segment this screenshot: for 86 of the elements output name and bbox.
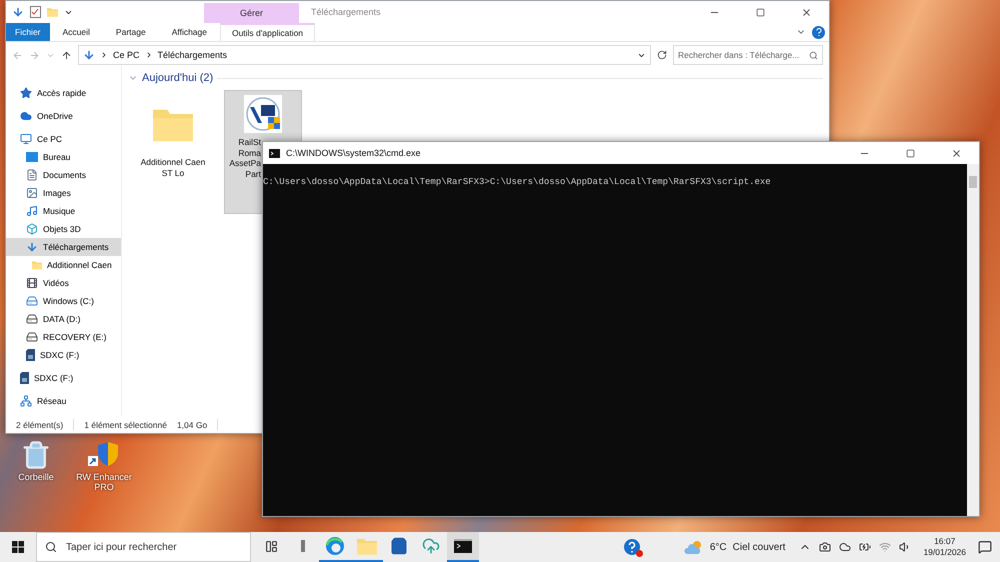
sidebar-item[interactable]: Vidéos [6, 274, 121, 292]
app-logo-icon [244, 95, 282, 133]
help-icon[interactable] [624, 539, 640, 555]
sidebar-item[interactable]: Téléchargements [6, 238, 121, 256]
selection-info: 1 élément sélectionné [84, 420, 167, 430]
ribbon-tab[interactable]: Fichier [6, 23, 50, 41]
start-icon [12, 541, 24, 553]
download-arrow-icon [12, 6, 24, 18]
search-field[interactable]: Rechercher dans : Télécharge... [673, 45, 823, 65]
group-header: Aujourd'hui (2) [142, 72, 214, 84]
sidebar-item[interactable]: Accès rapide [6, 84, 121, 102]
scrollbar[interactable] [967, 164, 979, 516]
close-icon [950, 148, 962, 158]
cube-icon [26, 223, 38, 235]
document-icon [26, 169, 38, 181]
sidebar-item[interactable]: Musique [6, 202, 121, 220]
drive-icon [26, 331, 38, 343]
wave-logo-icon [325, 536, 345, 556]
sidebar-item[interactable]: RECOVERY (E:) [6, 328, 121, 346]
maximize-icon [756, 8, 764, 16]
cloud-icon[interactable] [839, 541, 852, 553]
sidebar-item[interactable]: Ce PC [6, 130, 121, 148]
star-icon [20, 87, 32, 99]
download-arrow-icon [83, 49, 95, 61]
sidebar-item[interactable]: SDXC (F:) [6, 346, 121, 364]
file-name: Additionnel Caen ST Lo [140, 157, 206, 178]
sidebar-item[interactable]: Réseau [6, 392, 121, 410]
item-count: 2 élément(s) [16, 420, 64, 430]
breadcrumb[interactable]: Téléchargements [158, 50, 228, 60]
clock[interactable]: 16:07 19/01/2026 [919, 536, 970, 558]
folder-icon [32, 259, 42, 271]
image-icon [26, 187, 38, 199]
sidebar-item[interactable]: DATA (D:) [6, 310, 121, 328]
sidebar-item[interactable]: Additionnel Caen [6, 256, 121, 274]
terminal-icon [269, 148, 280, 158]
sidebar-item[interactable]: Documents [6, 166, 121, 184]
folder-icon [357, 537, 377, 555]
notification-icon[interactable] [978, 540, 992, 554]
sidebar-item[interactable]: Windows (C:) [6, 292, 121, 310]
recycle-bin-icon [21, 440, 51, 470]
film-icon [26, 277, 38, 289]
terminal-icon [454, 539, 472, 553]
file-item[interactable]: Additionnel Caen ST Lo [132, 90, 214, 214]
ribbon-tab[interactable]: Outils d'application [220, 23, 315, 41]
sidebar-item[interactable]: Bureau [6, 148, 121, 166]
help-icon[interactable] [812, 26, 825, 38]
sd-card-icon [26, 349, 35, 361]
chevron-icon [100, 51, 108, 59]
window-title: C:\WINDOWS\system32\cmd.exe [286, 148, 422, 158]
monitor-icon [20, 133, 32, 145]
vertical-bars-icon [301, 540, 305, 552]
cloud-sun-icon [684, 539, 704, 555]
selection-size: 1,04 Go [176, 420, 208, 430]
address-bar[interactable]: Ce PC Téléchargements [78, 45, 651, 65]
taskbar-app[interactable] [447, 532, 479, 562]
context-tab-header: Gérer [204, 3, 299, 23]
drive-icon [26, 295, 38, 307]
sidebar-item[interactable]: OneDrive [6, 107, 121, 125]
folder-icon [47, 7, 58, 17]
battery-icon[interactable] [859, 541, 872, 553]
network-icon [20, 395, 32, 407]
sd-card-icon [20, 372, 29, 384]
music-note-icon [26, 205, 38, 217]
file-name: RailSt Roma AssetPa Part [228, 137, 261, 180]
breadcrumb[interactable]: Ce PC [113, 50, 140, 60]
checklist-icon[interactable] [30, 6, 41, 18]
up-button[interactable] [61, 50, 72, 60]
camera-icon[interactable] [819, 541, 832, 553]
maximize-icon [906, 148, 914, 158]
sidebar-item[interactable]: Images [6, 184, 121, 202]
close-icon [800, 6, 812, 18]
search-icon [45, 541, 57, 553]
search-icon [809, 50, 818, 60]
taskbar-search-field[interactable]: Taper ici pour rechercher [36, 532, 251, 562]
drive-icon [26, 313, 38, 325]
weather-widget[interactable]: 6°C Ciel couvert [678, 539, 792, 555]
sidebar-item[interactable]: Objets 3D [6, 220, 121, 238]
refresh-button[interactable] [657, 50, 667, 60]
task-view-icon [264, 540, 278, 552]
cloud-upload-icon [422, 537, 440, 555]
download-arrow-icon [26, 241, 38, 253]
desktop-icon [26, 152, 38, 162]
cloud-icon [20, 110, 32, 122]
sidebar-item[interactable]: SDXC (F:) [6, 369, 121, 387]
console-text: C:\Users\dosso\AppData\Local\Temp\RarSFX3>C:\Users\dosso\AppData\Local\Temp\RarSFX3\script.exe [263, 177, 772, 187]
window-title: Téléchargements [310, 7, 382, 17]
